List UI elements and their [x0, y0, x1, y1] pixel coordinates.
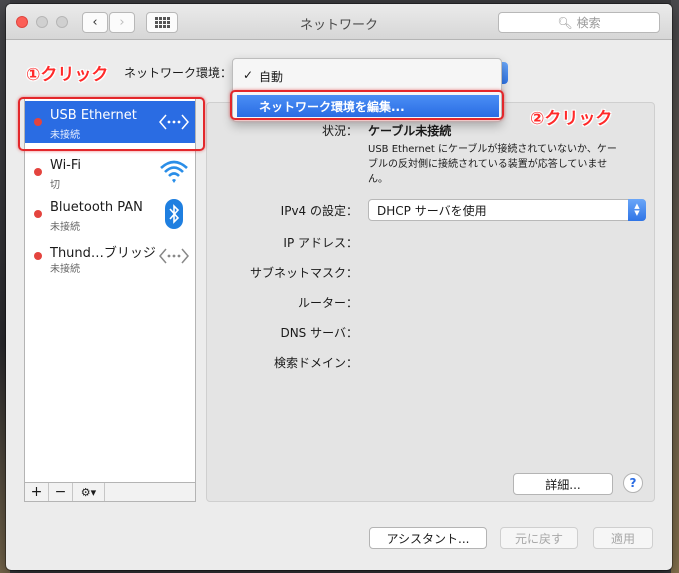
- service-list: USB Ethernet 未接続 Wi-Fi 切 Bluetooth PAN 未…: [24, 98, 196, 502]
- updown-arrows-icon: ▲ ▼: [628, 199, 646, 221]
- annotation-step-2: ②クリック: [530, 109, 613, 129]
- desktop-background-right: [671, 0, 679, 573]
- service-bluetooth-pan[interactable]: Bluetooth PAN 未接続: [25, 193, 195, 235]
- ipv4-label: IPv4 の設定：: [280, 204, 358, 218]
- status-dot-red: [34, 252, 42, 260]
- service-name: Thund…ブリッジ: [50, 246, 156, 261]
- dns-server-label: DNS サーバ：: [280, 326, 358, 340]
- annotation-step-1: ①クリック: [26, 65, 109, 85]
- service-name: Wi-Fi: [50, 158, 82, 173]
- service-status: 未接続: [50, 264, 80, 275]
- add-service-button[interactable]: +: [25, 483, 49, 501]
- service-name: Bluetooth PAN: [50, 200, 143, 215]
- assistant-button[interactable]: アシスタント...: [369, 527, 487, 549]
- checkmark-icon: ✓: [243, 68, 254, 82]
- callout-box-service: [18, 97, 205, 151]
- router-label: ルーター：: [297, 296, 358, 310]
- ip-address-label: IP アドレス：: [283, 236, 358, 250]
- callout-box-edit: [230, 90, 504, 120]
- service-list-toolbar: + − ⚙▾: [24, 482, 196, 502]
- help-button[interactable]: ?: [623, 473, 643, 493]
- gear-menu-button[interactable]: ⚙▾: [73, 483, 105, 501]
- service-status: 未接続: [50, 222, 80, 233]
- ipv4-config-value: DHCP サーバを使用: [377, 203, 487, 218]
- wifi-icon: [160, 160, 188, 183]
- search-icon: 🔍︎: [557, 15, 573, 30]
- remove-service-button[interactable]: −: [49, 483, 73, 501]
- bluetooth-icon: [165, 199, 183, 229]
- location-menu-item-auto[interactable]: ✓ 自動: [233, 65, 501, 87]
- advanced-button[interactable]: 詳細...: [513, 473, 613, 495]
- search-domain-label: 検索ドメイン：: [273, 356, 358, 370]
- status-description: USB Ethernet にケーブルが接続されていないか、ケーブルの反対側に接続…: [368, 144, 617, 185]
- ipv4-config-popup[interactable]: DHCP サーバを使用 ▲ ▼: [368, 199, 646, 221]
- revert-button[interactable]: 元に戻す: [500, 527, 578, 549]
- search-placeholder: 検索: [576, 16, 601, 30]
- service-wifi[interactable]: Wi-Fi 切: [25, 151, 195, 193]
- search-field[interactable]: 🔍︎ 検索: [498, 12, 660, 33]
- status-label: 状況：: [321, 124, 358, 138]
- subnet-mask-label: サブネットマスク：: [249, 266, 358, 280]
- location-label: ネットワーク環境：: [124, 66, 233, 80]
- status-dot-red: [34, 210, 42, 218]
- location-menu-item-label: 自動: [259, 69, 284, 84]
- title-bar: ‹ › ネットワーク 🔍︎ 検索: [6, 4, 672, 40]
- status-dot-red: [34, 168, 42, 176]
- network-preferences-window: ‹ › ネットワーク 🔍︎ 検索 ネットワーク環境： USB Ethernet …: [6, 4, 672, 570]
- status-value: ケーブル未接続: [368, 124, 452, 138]
- ethernet-arrows-icon: [159, 248, 189, 264]
- apply-button[interactable]: 適用: [593, 527, 653, 549]
- service-status: 切: [50, 180, 60, 191]
- service-thunderbolt-bridge[interactable]: Thund…ブリッジ 未接続: [25, 235, 195, 277]
